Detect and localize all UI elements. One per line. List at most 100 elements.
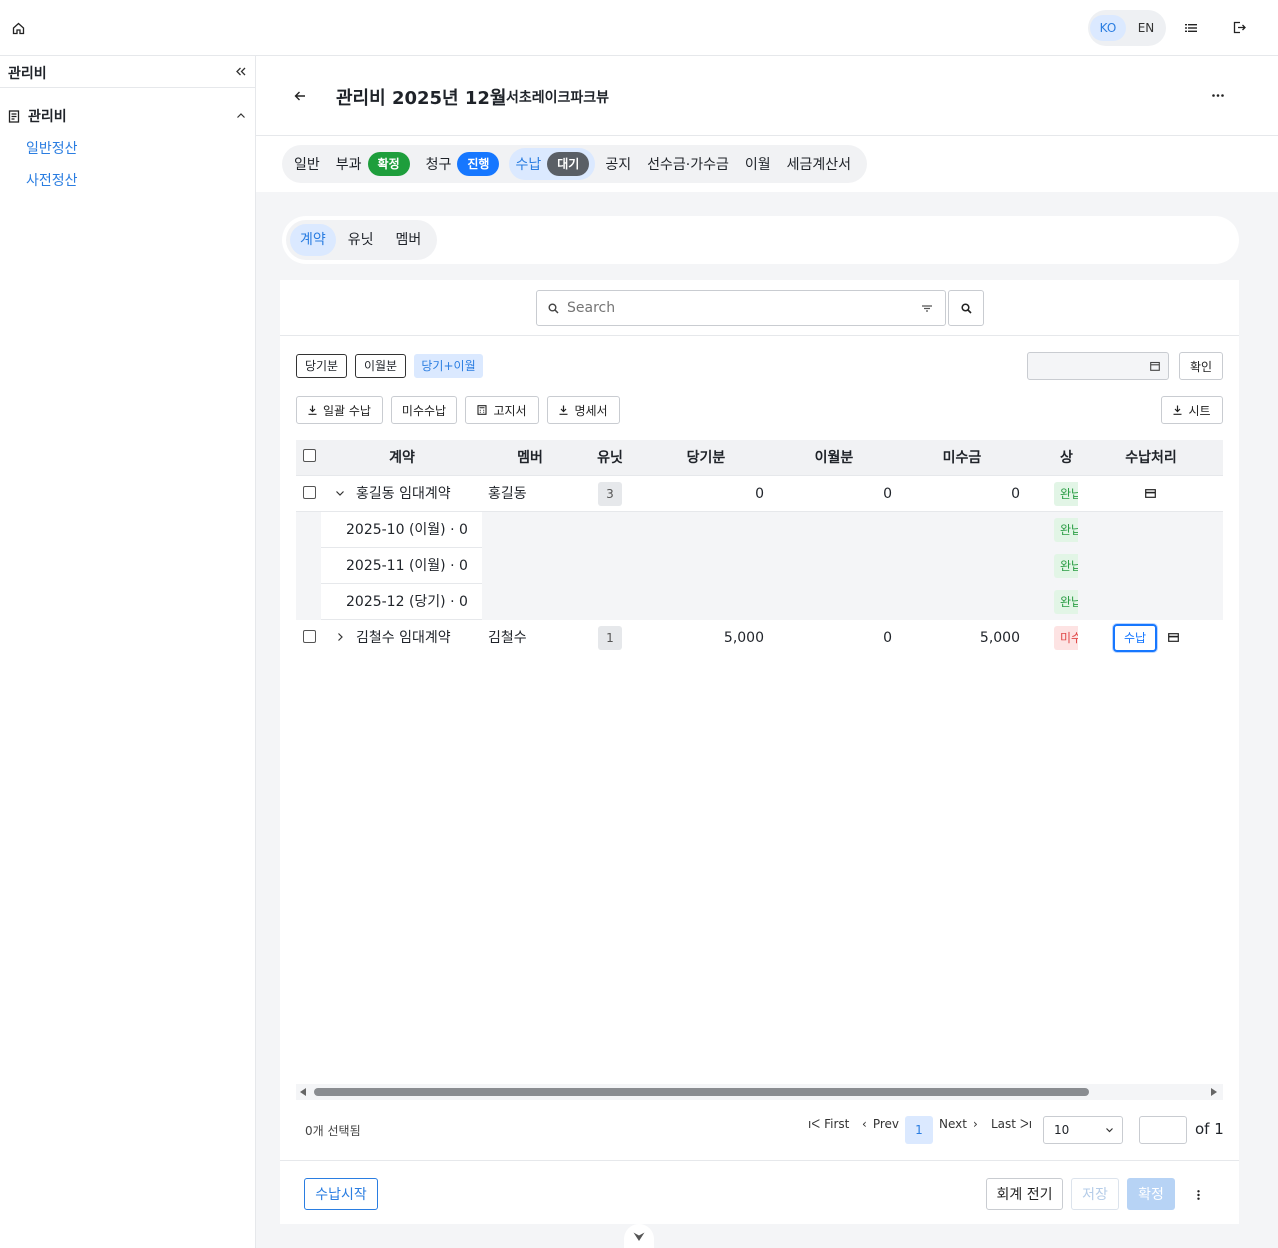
sidebar-header: 관리비 [0, 56, 255, 88]
page-size-value: 10 [1054, 1123, 1070, 1137]
finalize-button[interactable]: 확정 [1127, 1178, 1175, 1210]
subtab-unit[interactable]: 유닛 [338, 224, 384, 256]
subtab-contract[interactable]: 계약 [290, 224, 336, 256]
list-icon[interactable] [1185, 23, 1197, 33]
column-header-process[interactable]: 수납처리 [1115, 440, 1187, 476]
prev-page-button[interactable]: ‹ Prev [862, 1117, 899, 1131]
tab-billing[interactable]: 청구 진행 [420, 148, 506, 180]
chevron-right-icon[interactable] [338, 633, 343, 641]
page-number-button[interactable]: 1 [905, 1116, 933, 1144]
table-subrow: 2025-11 (이월) · 0 완납 [296, 548, 1223, 584]
filter-both-button[interactable]: 당기+이월 [414, 354, 483, 378]
download-icon [308, 405, 317, 415]
search-input[interactable] [567, 298, 907, 318]
sidebar-group-fees[interactable]: 관리비 [8, 106, 67, 126]
collapse-sidebar-icon[interactable] [236, 67, 246, 76]
page-jump-input[interactable] [1139, 1116, 1187, 1144]
unpaid-collect-button[interactable]: 미수수납 [391, 396, 457, 424]
page-size-select[interactable]: 10 [1043, 1116, 1123, 1144]
tab-label: 부과 [335, 157, 362, 173]
filter-carried-button[interactable]: 이월분 [355, 354, 406, 378]
table-subrow: 2025-12 (당기) · 0 완납 [296, 584, 1223, 620]
column-header-status[interactable]: 상태 [1060, 440, 1080, 476]
notice-button[interactable]: 고지서 [465, 396, 539, 424]
arrow-down-icon [633, 1232, 645, 1242]
tab-carryover[interactable]: 이월 [739, 148, 777, 180]
carried-amount: 0 [883, 486, 892, 502]
table-row[interactable]: 김철수 임대계약 김철수 1 5,000 0 5,000 미수 수납 [296, 620, 1223, 656]
filter-icon[interactable] [922, 305, 932, 312]
home-icon[interactable] [12, 22, 25, 35]
start-collection-button[interactable]: 수납시작 [304, 1178, 378, 1210]
sidebar: 관리비 관리비 일반정산 사전정산 [0, 56, 256, 1248]
lang-ko-button[interactable]: KO [1090, 15, 1126, 41]
first-page-button[interactable]: ıᐸ First [808, 1117, 849, 1131]
filter-current-button[interactable]: 당기분 [296, 354, 347, 378]
bulk-collect-button[interactable]: 일괄 수납 [296, 396, 383, 424]
calendar-icon [1150, 361, 1160, 371]
tab-general[interactable]: 일반 [288, 148, 326, 180]
tab-tax-invoice[interactable]: 세금계산서 [781, 148, 857, 180]
column-header-unpaid[interactable]: 미수금 [926, 440, 998, 476]
contract-name[interactable]: 홍길동 임대계약 [356, 476, 451, 512]
logout-icon[interactable] [1233, 21, 1246, 34]
top-bar: KO EN [0, 0, 1278, 56]
button-label: Last [991, 1117, 1016, 1131]
button-label: 수납시작 [315, 1187, 367, 1203]
scroll-left-icon[interactable] [300, 1088, 306, 1096]
row-checkbox[interactable] [303, 630, 316, 643]
post-journal-button[interactable]: 회계 전기 [986, 1178, 1063, 1210]
tab-collection[interactable]: 수납 대기 [509, 148, 596, 180]
next-page-button[interactable]: Next › [939, 1117, 978, 1131]
card-icon[interactable] [1145, 489, 1156, 498]
card-icon[interactable] [1168, 633, 1179, 642]
table-row[interactable]: 홍길동 임대계약 홍길동 3 0 0 0 완납 [296, 476, 1223, 512]
contract-name[interactable]: 김철수 임대계약 [356, 620, 451, 656]
current-amount: 5,000 [723, 630, 764, 646]
column-header-unit[interactable]: 유닛 [580, 440, 640, 476]
page-subtitle: 서초레이크파크뷰 [506, 90, 610, 106]
status-badge: 완납 [1054, 590, 1078, 614]
status-badge: 미수 [1054, 626, 1078, 650]
tab-levy[interactable]: 부과 확정 [330, 148, 416, 180]
subtab-member[interactable]: 멤버 [386, 224, 432, 256]
download-icon [1173, 405, 1182, 415]
button-label: 시트 [1188, 403, 1211, 418]
scroll-right-icon[interactable] [1211, 1088, 1217, 1096]
column-header-carried[interactable]: 이월분 [798, 440, 870, 476]
tab-advance[interactable]: 선수금·가수금 [641, 148, 735, 180]
date-field[interactable] [1027, 352, 1169, 380]
status-badge: 완납 [1054, 482, 1078, 506]
sidebar-item-general-settlement[interactable]: 일반정산 [26, 138, 78, 158]
scrollbar-thumb[interactable] [314, 1088, 1089, 1096]
column-header-member[interactable]: 멤버 [500, 440, 560, 476]
button-label: 확정 [1138, 1187, 1164, 1203]
column-header-current[interactable]: 당기분 [670, 440, 742, 476]
confirm-button[interactable]: 확인 [1179, 352, 1223, 380]
column-header-contract[interactable]: 계약 [370, 440, 434, 476]
current-amount: 0 [755, 486, 764, 502]
tab-notice[interactable]: 공지 [599, 148, 637, 180]
search-button[interactable] [948, 290, 984, 326]
more-vertical-icon[interactable] [1197, 1190, 1200, 1200]
scroll-down-button[interactable] [624, 1224, 654, 1248]
horizontal-scrollbar[interactable] [296, 1084, 1223, 1100]
lang-en-button[interactable]: EN [1128, 15, 1164, 41]
back-arrow-icon[interactable] [294, 90, 306, 102]
status-badge: 완납 [1054, 554, 1078, 578]
search-icon [548, 303, 559, 314]
select-all-checkbox[interactable] [303, 449, 316, 462]
row-checkbox[interactable] [303, 486, 316, 499]
statement-button[interactable]: 명세서 [547, 396, 620, 424]
member-name: 김철수 [488, 630, 527, 646]
selection-count: 0개 선택됨 [305, 1124, 361, 1138]
chevron-up-icon[interactable] [237, 113, 245, 118]
save-button[interactable]: 저장 [1071, 1178, 1119, 1210]
more-horizontal-icon[interactable] [1212, 94, 1224, 97]
pay-button[interactable]: 수납 [1113, 624, 1157, 652]
chevron-down-icon[interactable] [336, 491, 344, 496]
sheet-export-button[interactable]: 시트 [1161, 396, 1223, 424]
last-page-button[interactable]: Last ᐳı [991, 1117, 1032, 1131]
page-header: 관리비 2025년 12월 서초레이크파크뷰 [256, 56, 1278, 136]
sidebar-item-pre-settlement[interactable]: 사전정산 [26, 170, 78, 190]
